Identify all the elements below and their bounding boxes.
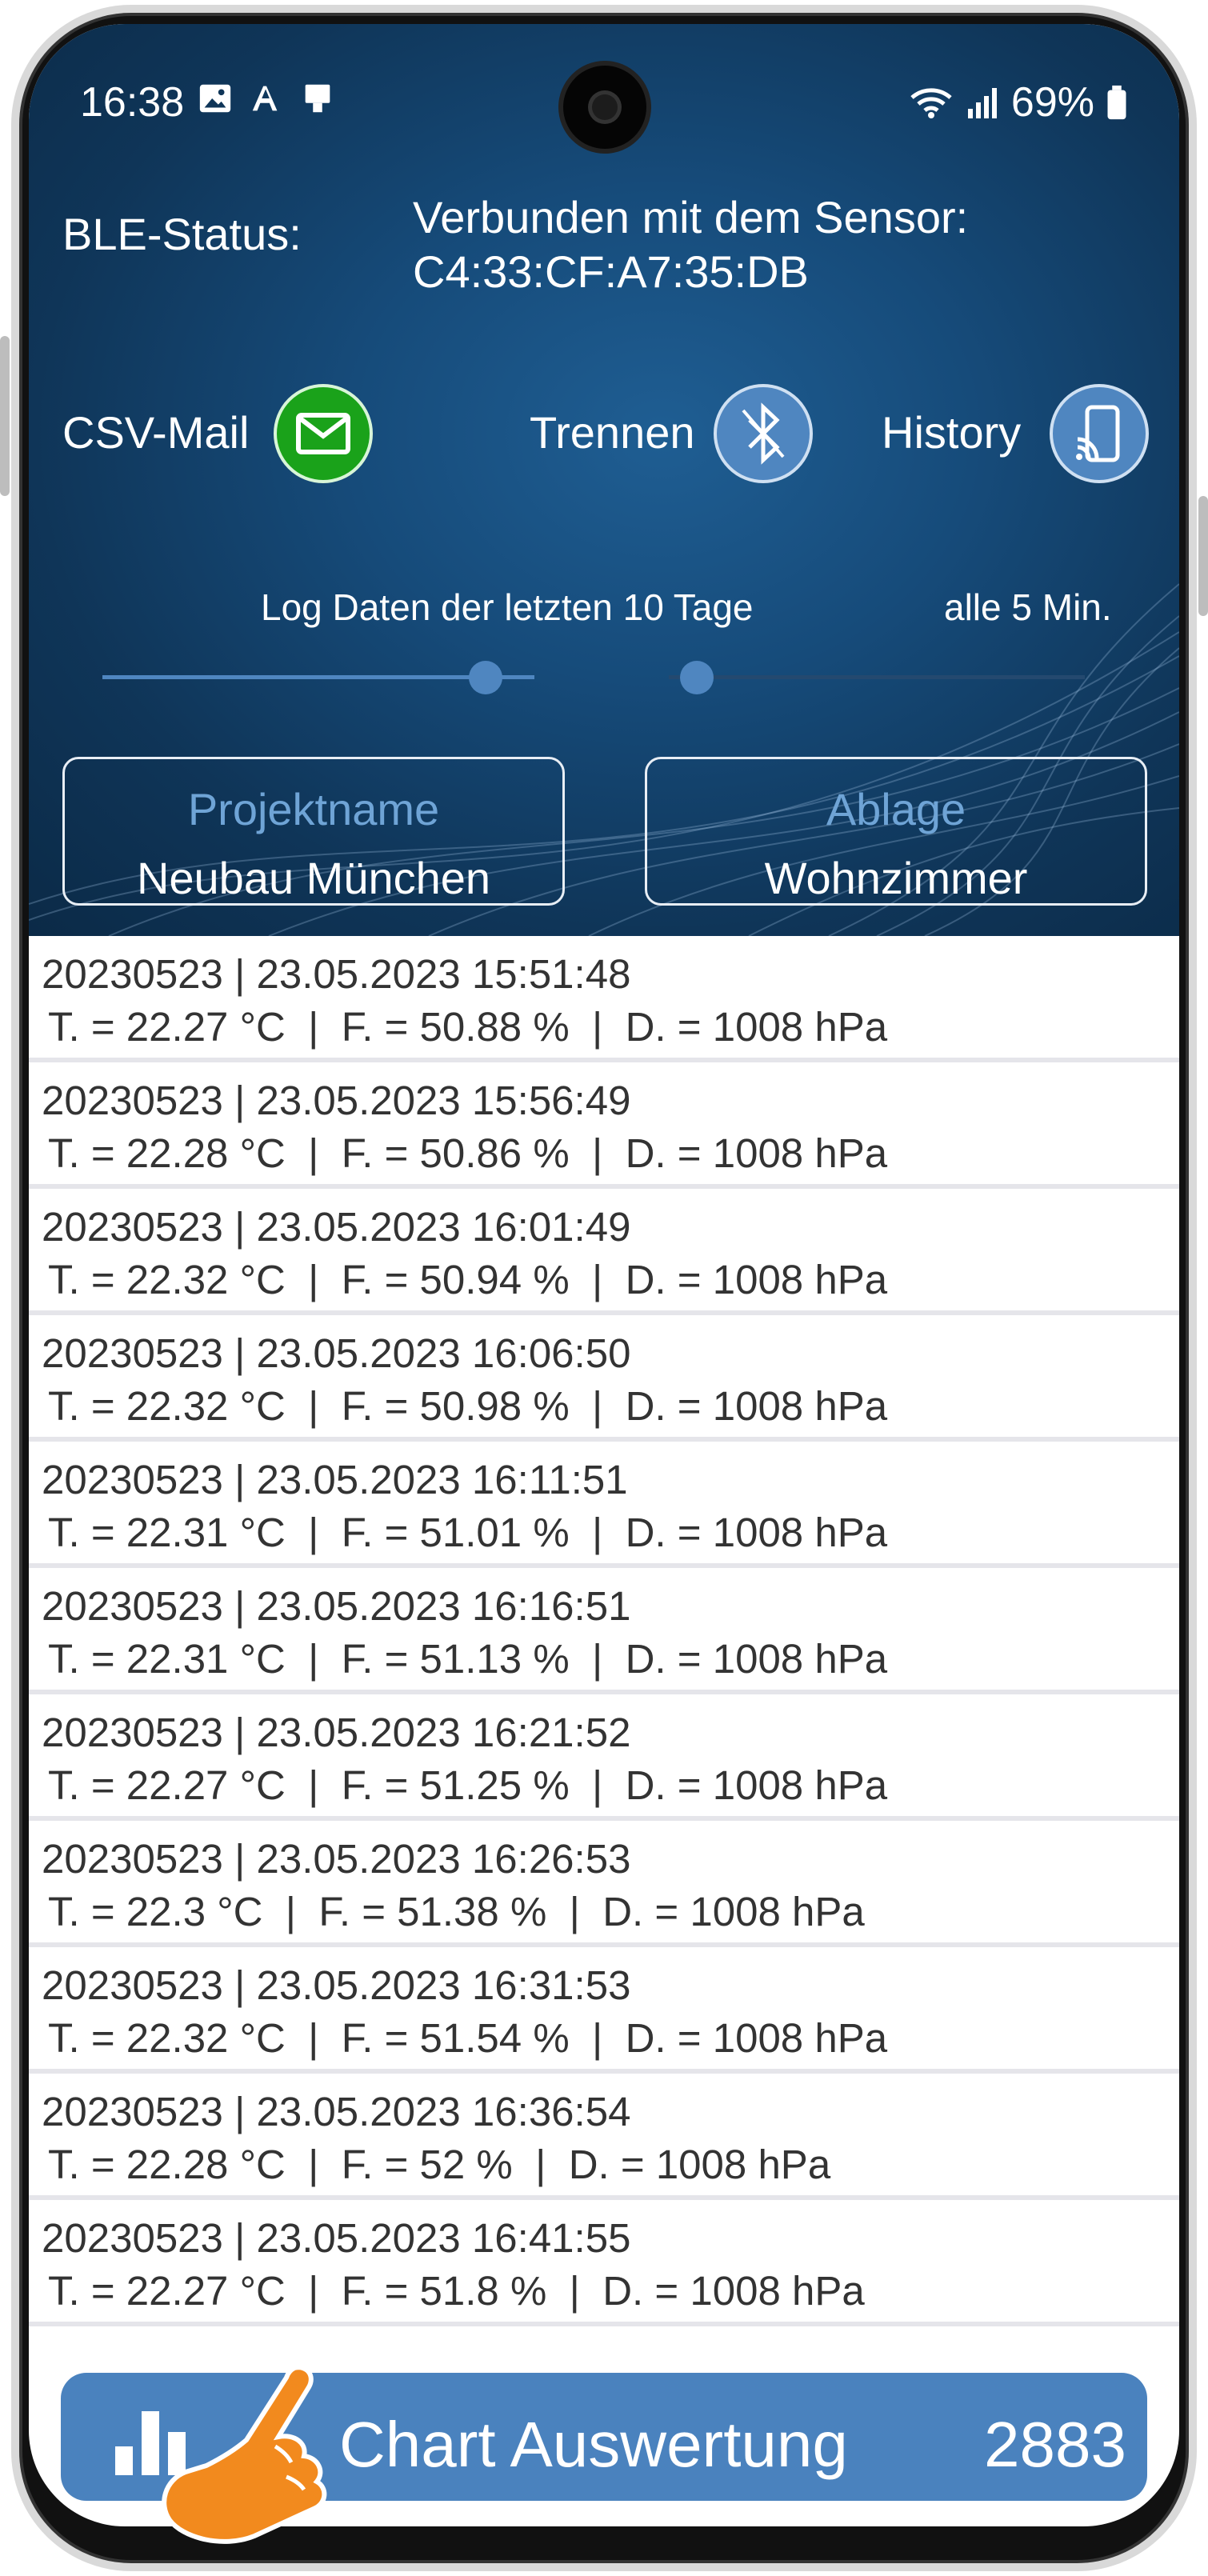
wifi-icon	[910, 88, 952, 118]
project-name-label: Projektname	[187, 784, 440, 834]
record-timestamp: 20230523 | 23.05.2023 16:26:53	[42, 1836, 631, 1882]
record-values: T. = 22.32 °C | F. = 51.54 % | D. = 1008…	[48, 2015, 888, 2061]
log-days-label: Log Daten der letzten 10 Tage	[261, 586, 754, 628]
interval-label: alle 5 Min.	[944, 586, 1112, 628]
record-values: T. = 22.3 °C | F. = 51.38 % | D. = 1008 …	[48, 1889, 865, 1934]
battery-icon	[1107, 85, 1126, 120]
notification-icons	[197, 80, 336, 117]
record-timestamp: 20230523 | 23.05.2023 16:16:51	[42, 1583, 631, 1629]
cast-phone-icon	[1076, 405, 1120, 462]
record-timestamp: 20230523 | 23.05.2023 15:51:48	[42, 951, 631, 997]
record-count: 2883	[984, 2409, 1126, 2480]
record-values: T. = 22.28 °C | F. = 50.86 % | D. = 1008…	[48, 1130, 888, 1176]
log-days-slider[interactable]	[102, 661, 534, 694]
record-timestamp: 20230523 | 23.05.2023 15:56:49	[42, 1078, 631, 1123]
mail-icon	[296, 413, 350, 454]
list-item[interactable]: 20230523 | 23.05.2023 16:01:49 T. = 22.32…	[29, 1189, 1179, 1315]
chart-button-label: Chart Auswertung	[339, 2409, 848, 2480]
signal-icon	[967, 88, 997, 118]
record-values: T. = 22.31 °C | F. = 51.13 % | D. = 1008…	[48, 1636, 888, 1682]
project-name-field[interactable]: Projektname Neubau München	[62, 757, 565, 906]
header-panel: 16:38 69% BLE-Status: Verbunden mit dem …	[29, 24, 1179, 936]
record-values: T. = 22.32 °C | F. = 50.94 % | D. = 1008…	[48, 1257, 888, 1302]
ble-status-line: Verbunden mit dem Sensor:	[413, 192, 969, 242]
ble-status-label: BLE-Status:	[62, 209, 302, 259]
interval-slider[interactable]	[669, 661, 1085, 694]
record-values: T. = 22.28 °C | F. = 52 % | D. = 1008 hP…	[48, 2142, 831, 2187]
status-time: 16:38	[80, 79, 185, 126]
interval-track	[669, 675, 1085, 679]
translate-icon	[252, 86, 278, 111]
history-label: History	[882, 407, 1022, 458]
power-button	[1198, 496, 1208, 616]
list-item[interactable]: 20230523 | 23.05.2023 15:51:48 T. = 22.27…	[29, 936, 1179, 1062]
record-timestamp: 20230523 | 23.05.2023 16:01:49	[42, 1204, 631, 1250]
record-values: T. = 22.32 °C | F. = 50.98 % | D. = 1008…	[48, 1383, 888, 1429]
record-timestamp: 20230523 | 23.05.2023 16:11:51	[42, 1457, 628, 1502]
list-item[interactable]: 20230523 | 23.05.2023 16:36:54 T. = 22.28…	[29, 2074, 1179, 2200]
list-item[interactable]: 20230523 | 23.05.2023 16:16:51 T. = 22.31…	[29, 1568, 1179, 1694]
record-values: T. = 22.31 °C | F. = 51.01 % | D. = 1008…	[48, 1510, 888, 1555]
status-bar: 16:38 69%	[29, 24, 1179, 149]
device-icon	[305, 84, 330, 113]
log-list[interactable]: 20230523 | 23.05.2023 15:51:48 T. = 22.27…	[29, 936, 1179, 2326]
history-button[interactable]	[1050, 384, 1149, 483]
front-camera	[563, 66, 646, 149]
location-field[interactable]: Ablage Wohnzimmer	[645, 757, 1147, 906]
record-timestamp: 20230523 | 23.05.2023 16:31:53	[42, 1962, 631, 2008]
record-timestamp: 20230523 | 23.05.2023 16:41:55	[42, 2215, 631, 2261]
list-item[interactable]: 20230523 | 23.05.2023 16:11:51 T. = 22.31…	[29, 1442, 1179, 1568]
project-name-value: Neubau München	[136, 853, 491, 903]
record-values: T. = 22.27 °C | F. = 51.8 % | D. = 1008 …	[48, 2268, 865, 2314]
disconnect-button[interactable]	[714, 384, 813, 483]
csv-mail-button[interactable]	[274, 384, 373, 483]
log-days-thumb[interactable]	[469, 661, 503, 694]
list-item[interactable]: 20230523 | 23.05.2023 16:26:53 T. = 22.3 …	[29, 1821, 1179, 1947]
disconnect-label: Trennen	[530, 407, 695, 458]
list-item[interactable]: 20230523 | 23.05.2023 16:06:50 T. = 22.32…	[29, 1315, 1179, 1442]
tap-hand-icon	[162, 2365, 327, 2544]
ble-status-text: Verbunden mit dem Sensor: C4:33:CF:A7:35…	[413, 190, 968, 299]
sensor-address: C4:33:CF:A7:35:DB	[413, 246, 809, 297]
location-label: Ablage	[826, 784, 966, 834]
app-screen: 16:38 69% BLE-Status: Verbunden mit dem …	[29, 24, 1179, 2526]
list-item[interactable]: 20230523 | 23.05.2023 16:31:53 T. = 22.32…	[29, 1947, 1179, 2074]
status-right: 69%	[909, 78, 1128, 126]
record-timestamp: 20230523 | 23.05.2023 16:06:50	[42, 1330, 631, 1376]
record-timestamp: 20230523 | 23.05.2023 16:21:52	[42, 1710, 631, 1755]
record-values: T. = 22.27 °C | F. = 50.88 % | D. = 1008…	[48, 1004, 888, 1050]
image-notification-icon	[199, 84, 231, 113]
bluetooth-off-icon	[742, 402, 785, 465]
location-value: Wohnzimmer	[764, 853, 1028, 903]
csv-mail-label: CSV-Mail	[62, 407, 250, 458]
list-item[interactable]: 20230523 | 23.05.2023 16:41:55 T. = 22.27…	[29, 2200, 1179, 2326]
record-values: T. = 22.27 °C | F. = 51.25 % | D. = 1008…	[48, 1762, 888, 1808]
battery-percent: 69%	[1010, 79, 1094, 126]
volume-button	[0, 336, 10, 496]
record-timestamp: 20230523 | 23.05.2023 16:36:54	[42, 2089, 631, 2134]
list-item[interactable]: 20230523 | 23.05.2023 15:56:49 T. = 22.28…	[29, 1062, 1179, 1189]
interval-thumb[interactable]	[680, 661, 714, 694]
list-item[interactable]: 20230523 | 23.05.2023 16:21:52 T. = 22.27…	[29, 1694, 1179, 1821]
